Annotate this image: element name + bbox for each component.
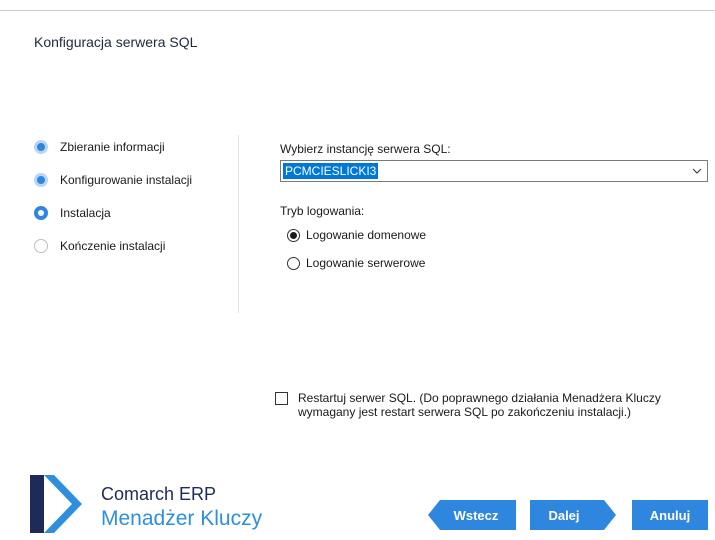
step-current-icon bbox=[34, 206, 48, 220]
instance-select[interactable]: PCMCIESLICKI3 bbox=[280, 160, 708, 182]
vertical-divider bbox=[238, 135, 239, 313]
radio-label: Logowanie domenowe bbox=[306, 228, 427, 242]
next-button[interactable]: Dalej bbox=[530, 500, 616, 530]
chevron-down-icon[interactable] bbox=[691, 164, 703, 178]
instance-selected-value: PCMCIESLICKI3 bbox=[283, 163, 379, 179]
instance-label: Wybierz instancję serwera SQL: bbox=[280, 142, 451, 156]
brand-product: Menadżer Kluczy bbox=[101, 507, 263, 530]
comarch-logo-icon bbox=[30, 475, 82, 533]
step-pending-icon bbox=[34, 239, 48, 253]
step-label: Instalacja bbox=[60, 206, 111, 220]
login-mode-label: Tryb logowania: bbox=[280, 204, 365, 218]
brand-company: Comarch ERP bbox=[101, 484, 217, 504]
window-frame-top bbox=[0, 10, 715, 11]
radio-button-selected[interactable] bbox=[287, 228, 300, 242]
cancel-button[interactable]: Anuluj bbox=[632, 500, 708, 530]
step-done-icon bbox=[34, 140, 48, 154]
restart-sql-label: Restartuj serwer SQL. (Do poprawnego dzi… bbox=[298, 391, 661, 419]
radio-button[interactable] bbox=[287, 256, 300, 270]
back-button[interactable]: Wstecz bbox=[428, 500, 516, 530]
step-done-icon bbox=[34, 173, 48, 187]
step-label: Kończenie instalacji bbox=[60, 239, 166, 253]
step-item-finishing: Kończenie instalacji bbox=[34, 239, 165, 253]
radio-domain-login[interactable]: Logowanie domenowe bbox=[287, 228, 426, 242]
step-item-configuring: Konfigurowanie instalacji bbox=[34, 173, 192, 187]
step-label: Zbieranie informacji bbox=[60, 140, 165, 154]
restart-sql-checkbox[interactable] bbox=[275, 392, 288, 405]
radio-label: Logowanie serwerowe bbox=[306, 256, 426, 270]
page-title: Konfiguracja serwera SQL bbox=[34, 34, 198, 50]
step-item-installation: Instalacja bbox=[34, 206, 111, 220]
radio-server-login[interactable]: Logowanie serwerowe bbox=[287, 256, 425, 270]
restart-sql-option[interactable]: Restartuj serwer SQL. (Do poprawnego dzi… bbox=[275, 391, 698, 419]
step-label: Konfigurowanie instalacji bbox=[60, 173, 193, 187]
step-item-gathering: Zbieranie informacji bbox=[34, 140, 165, 154]
